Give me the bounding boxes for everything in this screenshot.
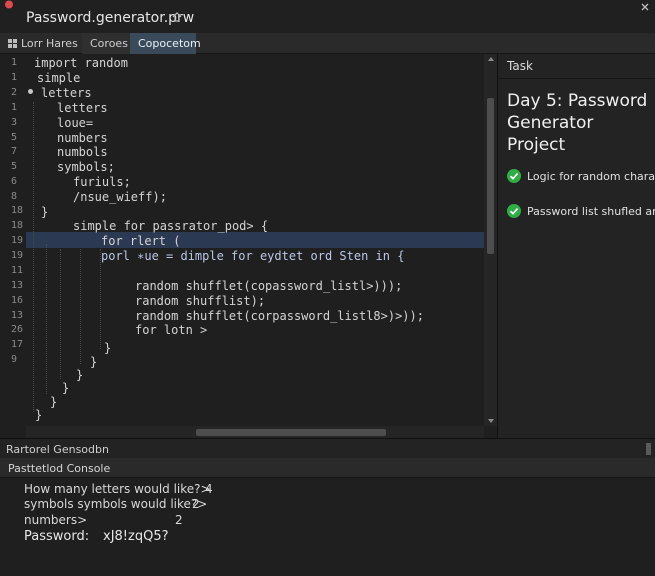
- code-line: simple for passrator_pod> {: [73, 219, 269, 233]
- vertical-scrollbar[interactable]: [484, 54, 497, 426]
- indent-guide: [100, 249, 101, 349]
- line-number: 18: [11, 220, 24, 231]
- horizontal-scrollbar[interactable]: [26, 426, 484, 438]
- console-prompt: How many letters would like?>: [24, 482, 211, 496]
- line-number: 13: [11, 280, 24, 291]
- bottom-panel-header: Rartorel Gensodbn: [0, 438, 655, 458]
- console-value: 2: [175, 513, 183, 527]
- console-prompt: symbols symbols would like?>: [24, 497, 208, 511]
- line-number: 1: [11, 57, 18, 68]
- line-number: 2: [11, 87, 18, 98]
- vertical-scroll-thumb[interactable]: [487, 98, 494, 254]
- task-item[interactable]: Logic for random characte: [507, 169, 655, 183]
- code-line: letters: [57, 101, 108, 115]
- task-item-label: Password list shufled and: [527, 205, 655, 218]
- tab-lorr-hares[interactable]: Lorr Hares: [0, 33, 82, 54]
- line-number: 11: [11, 265, 24, 276]
- code-line: for lotn >: [135, 323, 208, 337]
- code-line: random shufflet(corpassword_listl8>)>));: [135, 309, 424, 323]
- check-circle-icon: [507, 169, 521, 183]
- line-number: 16: [11, 295, 24, 306]
- line-number: 8: [11, 191, 18, 202]
- task-panel-separator: [498, 78, 655, 79]
- title-bar: Password.generator.prw: [0, 0, 655, 33]
- console-value: 2: [192, 497, 200, 511]
- scroll-up-icon[interactable]: [487, 55, 495, 63]
- code-line: loue=: [57, 116, 94, 130]
- code-line: symbols;: [57, 160, 115, 174]
- window-title: Password.generator.prw: [26, 10, 195, 26]
- code-line: random shufflet(copassword_listl>)));: [135, 279, 403, 293]
- line-number: 18: [11, 205, 24, 216]
- code-line: furiuls;: [73, 175, 131, 189]
- code-line: random shufflist);: [135, 294, 266, 308]
- tab-coroes[interactable]: Coroes: [82, 33, 130, 54]
- line-number: 1: [11, 72, 18, 83]
- breakpoint-dot-icon[interactable]: [28, 89, 33, 94]
- horizontal-scroll-thumb[interactable]: [196, 429, 386, 436]
- line-number: 9: [11, 354, 18, 365]
- code-line: }: [35, 408, 43, 422]
- code-line: porl ∗ue = dimple for eydtet ord Sten in…: [101, 249, 405, 263]
- code-line: }: [76, 368, 84, 382]
- line-number: 6: [11, 176, 18, 187]
- code-line: }: [62, 381, 70, 395]
- task-panel-header: Task: [507, 59, 533, 73]
- console-prompt: numbers>: [24, 513, 88, 527]
- scroll-down-icon[interactable]: [487, 417, 495, 425]
- task-panel: Task Day 5: Password Generator Project L…: [498, 54, 655, 438]
- refresh-icon[interactable]: [171, 11, 183, 23]
- tab-console[interactable]: Pasttetlod Console: [8, 462, 110, 475]
- close-icon[interactable]: [640, 2, 650, 12]
- indent-guide: [33, 102, 34, 412]
- grid-icon: [8, 39, 17, 48]
- code-line: import random: [34, 56, 128, 70]
- line-number: 17: [11, 339, 24, 350]
- line-number: 13: [11, 310, 24, 321]
- code-line: }: [41, 205, 49, 219]
- code-line: /nsue_wieff);: [73, 190, 167, 204]
- console-value: 4: [205, 482, 213, 496]
- line-number: 5: [11, 161, 18, 172]
- task-title: Day 5: Password Generator Project: [507, 91, 648, 155]
- line-number: 19: [11, 250, 24, 261]
- code-line: numbers: [57, 131, 108, 145]
- check-circle-icon: [507, 204, 521, 218]
- password-value: xJ8!zqQ5?: [103, 529, 169, 544]
- line-number: 1: [11, 102, 18, 113]
- indent-guide: [46, 244, 47, 394]
- line-number: 5: [11, 132, 18, 143]
- console-tab-bar: Pasttetlod Console: [0, 458, 655, 478]
- code-line: }: [50, 395, 58, 409]
- current-line-highlight: [26, 232, 484, 248]
- app-logo-icon: [5, 0, 13, 9]
- indent-guide: [80, 249, 81, 364]
- console-output[interactable]: How many letters would like?> 4 symbols …: [0, 478, 655, 576]
- line-number: 3: [11, 117, 18, 128]
- panel-resize-handle[interactable]: [646, 443, 651, 455]
- line-number: 7: [11, 146, 18, 157]
- tab-label: Lorr Hares: [21, 37, 78, 50]
- tab-copocetom[interactable]: Copocetom: [130, 33, 201, 54]
- line-number-gutter: 1 1 2 1 3 5 7 5 6 8 18 18 19 19 11 13 16…: [0, 54, 26, 438]
- code-line: }: [104, 341, 112, 355]
- code-line: numbols: [57, 145, 108, 159]
- tab-label: Coroes: [90, 37, 128, 50]
- tab-label: Copocetom: [138, 37, 201, 50]
- indent-guide: [60, 249, 61, 379]
- task-item[interactable]: Password list shufled and: [507, 204, 655, 218]
- password-label: Password:: [24, 529, 90, 544]
- line-number: 19: [11, 235, 24, 246]
- code-line: letters: [41, 86, 92, 100]
- line-number: 26: [11, 324, 24, 335]
- code-line: simple: [37, 71, 81, 85]
- task-item-label: Logic for random characte: [527, 170, 655, 183]
- bottom-panel-label: Rartorel Gensodbn: [6, 443, 109, 456]
- tab-bar: Lorr Hares Coroes Copocetom: [0, 33, 655, 54]
- code-line: for rlert (: [101, 234, 181, 248]
- code-editor[interactable]: 1 1 2 1 3 5 7 5 6 8 18 18 19 19 11 13 16…: [0, 54, 497, 438]
- code-line: }: [90, 355, 98, 369]
